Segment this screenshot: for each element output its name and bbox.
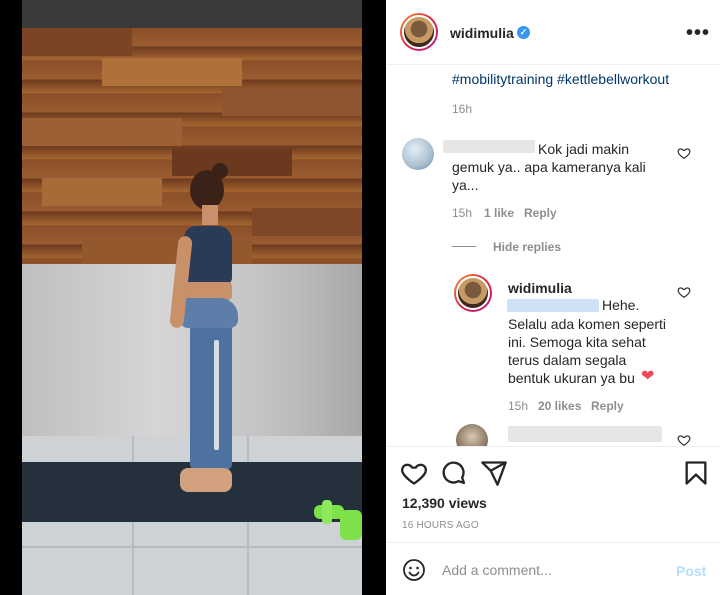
dumbbell xyxy=(340,510,362,540)
comments-list[interactable]: #mobilitytraining #kettlebellworkout 16h… xyxy=(386,66,720,446)
caption-hashtags[interactable]: #mobilitytraining #kettlebellworkout xyxy=(452,71,669,87)
more-icon[interactable]: ••• xyxy=(686,22,710,45)
comment-text-line: gemuk ya.. apa kameranya kali xyxy=(452,159,646,175)
comment-input[interactable] xyxy=(442,557,662,583)
verified-icon: ✓ xyxy=(517,26,530,39)
comment-text-line: Kok jadi makin xyxy=(538,141,630,157)
post-header: widimulia ✓ ••• xyxy=(386,0,720,65)
comment-likes[interactable]: 1 like xyxy=(484,206,514,220)
ceiling xyxy=(22,0,362,28)
comment-time: 15h xyxy=(452,206,473,220)
bookmark-icon[interactable] xyxy=(682,459,710,487)
commenter-avatar[interactable] xyxy=(402,138,434,170)
reply-likes[interactable]: 20 likes xyxy=(538,399,581,413)
reply-avatar[interactable] xyxy=(454,274,492,312)
blurred-comment xyxy=(508,426,662,442)
reply-reply-button[interactable]: Reply xyxy=(591,399,624,413)
blurred-mention xyxy=(507,299,599,312)
reply-button[interactable]: Reply xyxy=(524,206,557,220)
emoji-icon[interactable] xyxy=(402,558,426,582)
heart-icon[interactable] xyxy=(400,459,428,487)
like-reply-icon[interactable] xyxy=(677,285,691,299)
reply-text-line: bentuk ukuran ya bu xyxy=(508,370,635,386)
avatar[interactable] xyxy=(400,13,438,51)
reply-text-line: Selalu ada komen seperti xyxy=(508,316,666,332)
author-username[interactable]: widimulia xyxy=(450,25,514,41)
blurred-username xyxy=(443,140,535,153)
share-icon[interactable] xyxy=(480,459,508,487)
like-comment-icon[interactable] xyxy=(677,146,691,160)
comment-icon[interactable] xyxy=(440,459,468,487)
reply-text-line: Hehe. xyxy=(602,297,640,313)
commenter-avatar[interactable] xyxy=(456,424,488,446)
reply-username[interactable]: widimulia xyxy=(508,280,572,296)
reply-text-line: ini. Semoga kita sehat xyxy=(508,334,646,350)
post-timestamp[interactable]: 16 HOURS AGO xyxy=(402,520,479,531)
red-heart-emoji: ❤ xyxy=(641,368,655,385)
reply-time: 15h xyxy=(508,399,529,413)
comment-text-line: ya... xyxy=(452,177,479,193)
like-comment-icon[interactable] xyxy=(677,433,691,446)
woman-figure xyxy=(190,170,224,210)
post-media-video[interactable] xyxy=(0,0,386,595)
post-panel: widimulia ✓ ••• #mobilitytraining #kettl… xyxy=(386,0,720,595)
video-frame xyxy=(22,0,362,595)
hide-replies-button[interactable]: Hide replies xyxy=(493,240,561,254)
reply-text-line: terus dalam segala xyxy=(508,352,627,368)
post-actions: 12,390 views 16 HOURS AGO xyxy=(386,446,720,542)
caption-time: 16h xyxy=(452,102,473,116)
post-comment-button[interactable]: Post xyxy=(676,563,706,579)
add-comment-bar: Post xyxy=(386,542,720,595)
divider xyxy=(452,246,476,247)
view-count[interactable]: 12,390 views xyxy=(402,495,487,511)
